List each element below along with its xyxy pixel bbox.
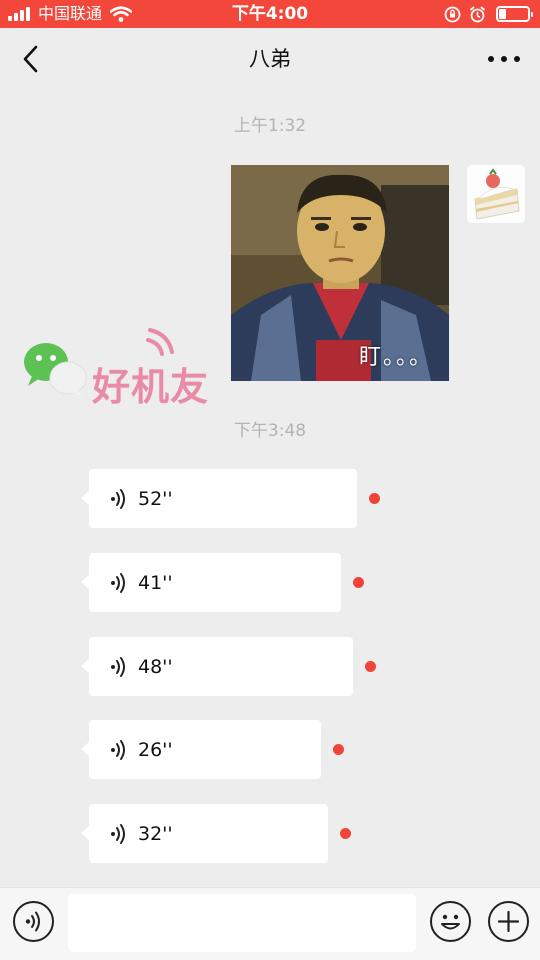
voice-playback-icon: [111, 740, 125, 760]
image-message[interactable]: 盯。。。: [231, 165, 449, 381]
voice-duration: 48'': [138, 656, 173, 678]
battery-level: [499, 9, 506, 19]
plus-button[interactable]: [488, 901, 529, 942]
nav-bar: 八弟: [0, 28, 540, 90]
input-bar: [0, 887, 540, 960]
voice-message[interactable]: 32'': [81, 804, 328, 863]
battery-icon: [496, 6, 533, 22]
voice-message[interactable]: 26'': [81, 720, 321, 779]
voice-playback-icon: [111, 573, 125, 593]
voice-playback-icon: [111, 824, 125, 844]
cake-avatar-icon: [467, 165, 525, 223]
voice-duration: 26'': [138, 739, 173, 761]
unread-dot: [353, 577, 364, 588]
voice-playback-icon: [111, 657, 125, 677]
voice-message[interactable]: 48'': [81, 637, 353, 696]
unread-dot: [365, 661, 376, 672]
plus-icon: [497, 910, 520, 933]
unread-dot: [369, 493, 380, 504]
voice-duration: 52'': [138, 488, 173, 510]
image-caption: 盯。。。: [358, 345, 433, 370]
voice-mode-icon: [25, 911, 40, 932]
chat-title: 八弟: [249, 47, 291, 71]
message-timestamp: 下午3:48: [233, 421, 307, 441]
emoji-button[interactable]: [430, 901, 471, 942]
alarm-icon: [470, 6, 485, 22]
unread-dot: [333, 744, 344, 755]
voice-duration: 41'': [138, 572, 173, 594]
emoji-icon: [441, 914, 460, 930]
message-timestamp: 上午1:32: [233, 116, 307, 136]
voice-mode-button[interactable]: [13, 901, 54, 942]
avatar[interactable]: [467, 165, 525, 223]
ellipsis-icon: [488, 56, 494, 62]
status-bar: 中国联通 下午4:00: [0, 0, 540, 28]
more-options-button[interactable]: [488, 48, 520, 70]
watermark-text: 好机友: [92, 365, 210, 409]
status-right: [436, 4, 533, 24]
voice-message[interactable]: 41'': [81, 553, 341, 612]
voice-playback-icon: [111, 489, 125, 509]
voice-duration: 32'': [138, 823, 173, 845]
watermark-logo: 好机友: [22, 320, 212, 410]
message-input[interactable]: [68, 894, 416, 952]
voice-message[interactable]: 52'': [81, 469, 357, 528]
orientation-lock-icon: [444, 6, 461, 22]
unread-dot: [340, 828, 351, 839]
